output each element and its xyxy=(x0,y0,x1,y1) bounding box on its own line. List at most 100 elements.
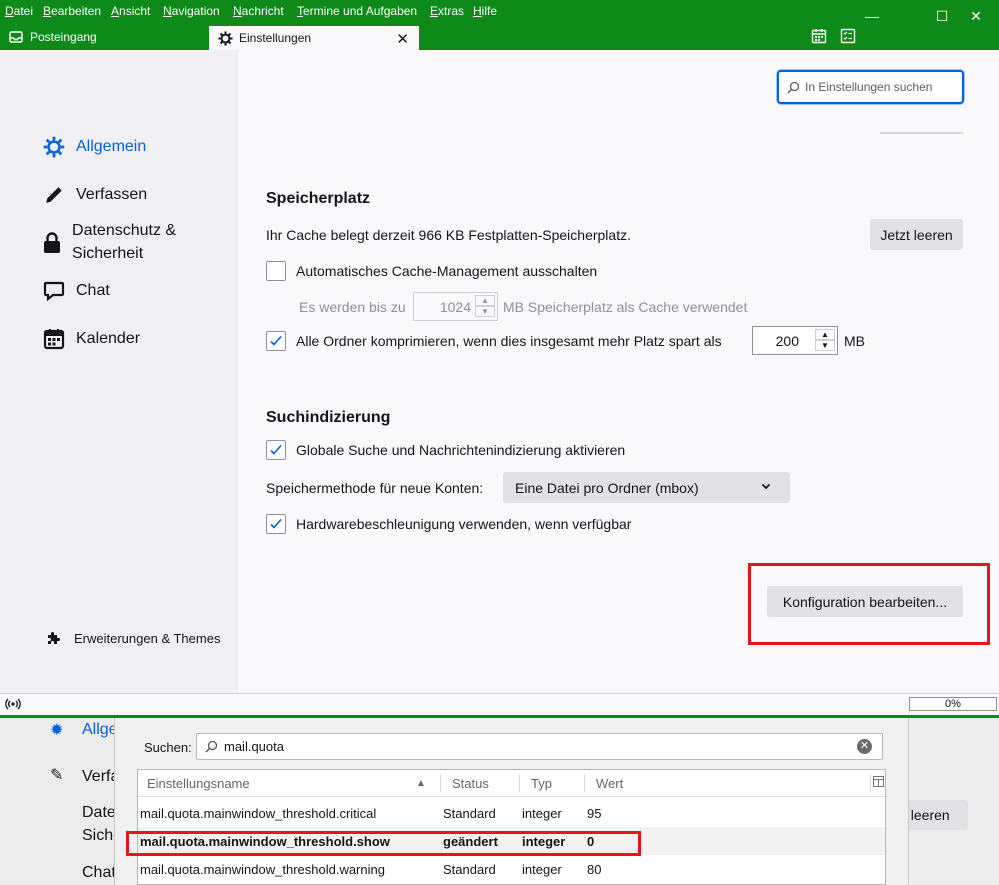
sidebar-item-label: Verfassen xyxy=(76,186,148,203)
sidebar-item-label: Allgemein xyxy=(76,138,147,155)
bg-label: Allge xyxy=(82,721,118,738)
tab-posteingang[interactable]: Posteingang xyxy=(0,24,208,50)
hw-accel-label: Hardwarebeschleunigung verwenden, wenn v… xyxy=(296,516,632,532)
clear-cache-button[interactable]: Jetzt leeren xyxy=(870,219,963,250)
menu-ansicht[interactable]: Ansicht xyxy=(111,4,150,18)
search-icon xyxy=(205,740,218,753)
menu-extras[interactable]: Extras xyxy=(430,4,464,18)
compact-threshold-value: 200 xyxy=(775,333,799,349)
hw-accel-checkbox[interactable] xyxy=(266,514,286,534)
store-method-value: Eine Datei pro Ordner (mbox) xyxy=(515,479,699,496)
cache-size-text: Ihr Cache belegt derzeit 966 KB Festplat… xyxy=(266,227,631,243)
column-header-status[interactable]: Status xyxy=(452,776,489,791)
menu-datei[interactable]: Datei xyxy=(5,4,33,18)
sidebar-item-chat[interactable]: Chat xyxy=(42,279,110,303)
tab-label: Einstellungen xyxy=(239,31,312,45)
clear-search-icon[interactable]: ✕ xyxy=(857,739,872,754)
close-tab-icon[interactable]: ✕ xyxy=(396,30,409,48)
section-heading-indexing: Suchindizierung xyxy=(266,409,391,426)
sidebar-item-extensions[interactable]: Erweiterungen & Themes xyxy=(46,630,220,646)
tasks-icon[interactable] xyxy=(840,28,858,46)
pencil-icon xyxy=(42,183,66,207)
config-search-value: mail.quota xyxy=(224,739,284,754)
cache-limit-stepper[interactable]: ▲ ▼ xyxy=(475,295,495,318)
cache-limit-input[interactable]: 1024 ▲ ▼ xyxy=(413,292,498,321)
config-search-input[interactable]: mail.quota ✕ xyxy=(196,733,883,760)
cache-limit-prefix: Es werden bis zu xyxy=(299,299,406,315)
gear-icon: ✹ xyxy=(50,722,64,739)
compact-threshold-stepper[interactable]: ▲ ▼ xyxy=(815,329,835,352)
checkmark-icon xyxy=(270,518,282,529)
pref-name: mail.quota.mainwindow_threshold.warning xyxy=(140,862,385,877)
progress-bar: 0% xyxy=(909,697,997,711)
search-placeholder: In Einstellungen suchen xyxy=(805,80,933,94)
chat-icon xyxy=(42,279,66,303)
status-bar xyxy=(0,693,999,715)
pref-status: Standard xyxy=(443,862,496,877)
pref-value: 80 xyxy=(587,862,602,877)
auto-cache-checkbox[interactable] xyxy=(266,261,286,281)
cache-limit-suffix: MB Speicherplatz als Cache verwendet xyxy=(503,299,748,315)
pref-type: integer xyxy=(522,862,562,877)
column-separator[interactable] xyxy=(584,774,585,792)
sidebar-item-label: Chat xyxy=(76,282,110,299)
tab-label: Posteingang xyxy=(30,30,97,44)
tab-einstellungen[interactable]: Einstellungen ✕ xyxy=(209,24,419,50)
store-method-select[interactable]: Eine Datei pro Ordner (mbox) xyxy=(503,472,790,503)
table-row[interactable]: mail.quota.mainwindow_threshold.warning … xyxy=(138,855,885,883)
sidebar-item-label: Datenschutz & Sicherheit xyxy=(72,222,177,262)
menu-bearbeiten[interactable]: Bearbeiten xyxy=(43,4,101,18)
menu-nachricht[interactable]: Nachricht xyxy=(233,4,284,18)
calendar-icon[interactable] xyxy=(811,28,829,46)
global-search-label: Globale Suche und Nachrichtenindizierung… xyxy=(296,442,626,458)
inbox-icon xyxy=(8,29,24,45)
global-search-checkbox[interactable] xyxy=(266,440,286,460)
column-header-name[interactable]: Einstellungsname xyxy=(147,776,250,791)
pref-value: 95 xyxy=(587,806,602,821)
config-table-header: Einstellungsname ▲ Status Typ Wert xyxy=(138,770,885,797)
section-heading-storage: Speicherplatz xyxy=(266,190,371,207)
column-header-value[interactable]: Wert xyxy=(596,776,623,791)
menu-hilfe[interactable]: Hilfe xyxy=(473,4,497,18)
online-status-icon[interactable] xyxy=(5,697,21,714)
column-separator[interactable] xyxy=(440,774,441,792)
config-search-label: Suchen: xyxy=(144,740,192,755)
compact-checkbox[interactable] xyxy=(266,331,286,351)
checkmark-icon xyxy=(270,444,282,455)
pref-status: Standard xyxy=(443,806,496,821)
gear-icon xyxy=(42,135,66,159)
sidebar-item-kalender[interactable]: Kalender xyxy=(42,327,140,351)
sidebar-item-allgemein[interactable]: Allgemein xyxy=(42,135,146,159)
bg-label: Chat xyxy=(82,864,116,881)
chevron-down-icon xyxy=(760,479,772,495)
pref-type: integer xyxy=(522,806,562,821)
column-header-type[interactable]: Typ xyxy=(531,776,552,791)
checkmark-icon xyxy=(270,335,282,346)
column-separator[interactable] xyxy=(519,774,520,792)
sidebar-item-label: Kalender xyxy=(76,330,141,347)
highlight-box xyxy=(126,831,641,856)
menu-bar: Datei Bearbeiten Ansicht Navigation Nach… xyxy=(0,0,999,24)
cache-limit-value: 1024 xyxy=(439,299,471,315)
menu-termine[interactable]: Termine und Aufgaben xyxy=(297,4,417,18)
calendar-icon xyxy=(42,327,66,351)
highlight-box xyxy=(748,563,990,645)
settings-search-input[interactable]: In Einstellungen suchen xyxy=(777,70,964,104)
compact-threshold-input[interactable]: 200 ▲ ▼ xyxy=(752,326,838,355)
compact-unit: MB xyxy=(844,333,865,349)
compact-label: Alle Ordner komprimieren, wenn dies insg… xyxy=(296,333,722,349)
sidebar-item-datenschutz[interactable]: Datenschutz & Sicherheit xyxy=(42,219,222,265)
search-icon xyxy=(787,81,800,94)
sidebar-item-verfassen[interactable]: Verfassen xyxy=(42,183,147,207)
gear-icon xyxy=(217,30,233,46)
lock-icon xyxy=(42,231,62,255)
divider xyxy=(880,132,963,134)
column-separator xyxy=(870,774,871,792)
menu-navigation[interactable]: Navigation xyxy=(163,4,220,18)
column-picker-icon[interactable] xyxy=(873,775,884,790)
pref-name: mail.quota.mainwindow_threshold.critical xyxy=(140,806,377,821)
extensions-label: Erweiterungen & Themes xyxy=(74,630,221,646)
sort-ascending-icon: ▲ xyxy=(416,778,426,789)
table-row[interactable]: mail.quota.mainwindow_threshold.critical… xyxy=(138,799,885,827)
pencil-icon: ✎ xyxy=(50,767,64,784)
